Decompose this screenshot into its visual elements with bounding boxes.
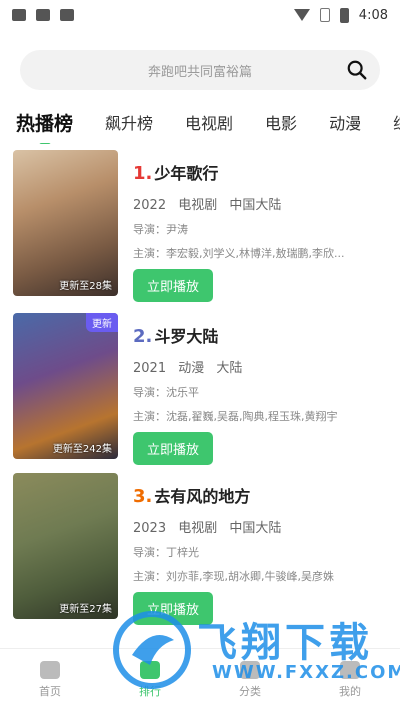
play-button[interactable]: 立即播放 <box>133 432 214 465</box>
rank-number: 2. <box>133 326 153 347</box>
gallery-icon <box>36 9 50 21</box>
nav-ranking[interactable]: 排行 <box>100 649 200 711</box>
title-text: 去有风的地方 <box>154 487 251 506</box>
director: 导演：尹涛 <box>133 223 188 236</box>
list-item[interactable]: 更新至27集 3. 去有风的地方 2023 电视剧 中国大陆 导演：丁梓光 主演… <box>0 473 400 625</box>
search-bar[interactable]: 奔跑吧共同富裕篇 <box>20 50 380 90</box>
category: 电视剧 <box>178 521 218 536</box>
list-item[interactable]: 更新至28集 1. 少年歌行 2022 电视剧 中国大陆 导演：尹涛 主演：李宏… <box>0 150 400 302</box>
nav-home[interactable]: 首页 <box>0 649 100 711</box>
tab-variety[interactable]: 综 <box>393 110 400 134</box>
nav-profile-label: 我的 <box>339 685 361 698</box>
update-badge: 更新至28集 <box>59 281 112 292</box>
profile-icon <box>340 661 360 679</box>
nav-category-label: 分类 <box>239 685 261 698</box>
category: 动漫 <box>178 361 205 376</box>
category-tabs: 热播榜 飙升榜 电视剧 电影 动漫 综 <box>0 100 400 144</box>
region: 中国大陆 <box>229 198 282 213</box>
poster-image[interactable]: 更新至27集 <box>13 473 118 619</box>
storage-icon <box>60 9 74 21</box>
bottom-nav: 首页 排行 分类 我的 <box>0 648 400 711</box>
category-icon <box>240 661 260 679</box>
item-title[interactable]: 3. 去有风的地方 <box>133 483 388 507</box>
ranking-icon <box>140 661 160 679</box>
rank-number: 3. <box>133 486 153 507</box>
update-badge: 更新至242集 <box>52 444 112 455</box>
year: 2023 <box>133 521 167 536</box>
update-badge: 更新至27集 <box>59 604 112 615</box>
year: 2021 <box>133 361 167 376</box>
tab-rising[interactable]: 飙升榜 <box>105 110 153 134</box>
wifi-icon <box>293 9 310 21</box>
director: 导演：沈乐平 <box>133 386 199 399</box>
new-badge: 更新 <box>86 313 118 332</box>
play-button[interactable]: 立即播放 <box>133 592 214 625</box>
cast: 主演：刘亦菲,李现,胡冰卿,牛骏峰,吴彦姝 <box>133 570 334 583</box>
notification-icon <box>12 9 26 21</box>
nav-home-label: 首页 <box>39 685 61 698</box>
search-placeholder: 奔跑吧共同富裕篇 <box>147 64 252 80</box>
tab-movie[interactable]: 电影 <box>265 110 297 134</box>
nav-ranking-label: 排行 <box>139 685 161 698</box>
item-meta: 2021 动漫 大陆 <box>133 357 388 376</box>
title-text: 少年歌行 <box>154 164 219 183</box>
poster-image[interactable]: 更新 更新至242集 <box>13 313 118 459</box>
tab-tv[interactable]: 电视剧 <box>185 110 233 134</box>
sim-icon <box>319 8 330 22</box>
item-title[interactable]: 2. 斗罗大陆 <box>133 323 388 347</box>
title-text: 斗罗大陆 <box>154 327 219 346</box>
status-time: 4:08 <box>358 7 388 23</box>
list-item[interactable]: 更新 更新至242集 2. 斗罗大陆 2021 动漫 大陆 导演：沈乐平 主演：… <box>0 313 400 465</box>
status-bar: 4:08 <box>0 0 400 30</box>
poster-image[interactable]: 更新至28集 <box>13 150 118 296</box>
item-meta: 2023 电视剧 中国大陆 <box>133 517 388 536</box>
battery-icon <box>339 7 349 23</box>
tab-anime[interactable]: 动漫 <box>329 110 361 134</box>
tab-hot[interactable]: 热播榜 <box>16 109 73 144</box>
year: 2022 <box>133 198 167 213</box>
rank-number: 1. <box>133 163 153 184</box>
nav-category[interactable]: 分类 <box>200 649 300 711</box>
item-title[interactable]: 1. 少年歌行 <box>133 160 388 184</box>
play-button[interactable]: 立即播放 <box>133 269 214 302</box>
cast: 主演：李宏毅,刘学义,林博洋,敖瑞鹏,李欣... <box>133 247 345 260</box>
home-icon <box>40 661 60 679</box>
region: 大陆 <box>216 361 243 376</box>
nav-profile[interactable]: 我的 <box>300 649 400 711</box>
category: 电视剧 <box>178 198 218 213</box>
item-meta: 2022 电视剧 中国大陆 <box>133 194 388 213</box>
director: 导演：丁梓光 <box>133 546 199 559</box>
cast: 主演：沈磊,翟巍,吴磊,陶典,程玉珠,黄翔宇 <box>133 410 338 423</box>
search-icon[interactable] <box>346 59 368 81</box>
region: 中国大陆 <box>229 521 282 536</box>
